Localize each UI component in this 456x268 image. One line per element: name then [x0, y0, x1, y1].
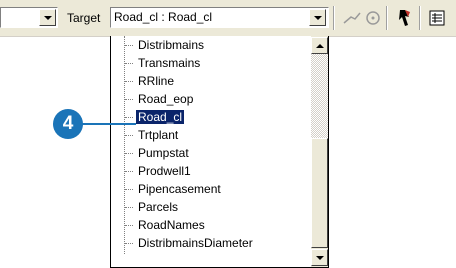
list-item-label: Pipencasement	[138, 182, 221, 196]
list-item-label: Distribmains	[138, 38, 205, 52]
list-item-pipencasement[interactable]: Pipencasement	[111, 180, 311, 198]
sketch-tool-button[interactable]	[342, 8, 362, 28]
attributes-icon	[429, 10, 445, 26]
list-scrollbar[interactable]	[311, 36, 328, 267]
list-item-road-eop[interactable]: Road_eop	[111, 90, 311, 108]
task-combo-dropdown-button[interactable]	[39, 9, 56, 26]
list-item-transmains[interactable]: Transmains	[111, 54, 311, 72]
target-label: Target	[67, 11, 101, 25]
chevron-down-icon	[315, 255, 324, 260]
list-item-distribmainsdiameter[interactable]: DistribmainsDiameter	[111, 234, 311, 252]
target-layer-dropdown-list[interactable]: Distribmains Transmains RRline Road_eop …	[110, 36, 329, 268]
toolbar-separator	[419, 6, 421, 30]
list-item-label: RRline	[138, 74, 175, 88]
target-combo-dropdown-button[interactable]	[309, 9, 326, 26]
attributes-button[interactable]	[427, 8, 447, 28]
scroll-down-button[interactable]	[311, 249, 328, 266]
task-combo[interactable]	[0, 7, 58, 28]
list-item-label: Prodwell1	[138, 164, 191, 178]
list-item-label: Pumpstat	[138, 146, 189, 160]
list-item-prodwell1[interactable]: Prodwell1	[111, 162, 311, 180]
list-item-pumpstat[interactable]: Pumpstat	[111, 144, 311, 162]
layer-list: Distribmains Transmains RRline Road_eop …	[111, 36, 311, 268]
list-item-label: Road_eop	[138, 92, 194, 106]
list-item-roadnames[interactable]: RoadNames	[111, 216, 311, 234]
list-item-label: Trtplant	[138, 128, 179, 142]
trace-tool-button[interactable]	[363, 8, 383, 28]
trace-tool-icon	[366, 11, 380, 25]
toolbar-separator	[333, 6, 335, 30]
scrollbar-track[interactable]	[311, 54, 328, 138]
scrollbar-thumb[interactable]	[311, 138, 328, 248]
list-item-parcels[interactable]: Parcels	[111, 198, 311, 216]
sketch-tool-icon	[343, 12, 361, 24]
list-item-label: DistribmainsDiameter	[138, 236, 253, 250]
list-item-label-selected: Road_cl	[136, 110, 185, 124]
toolbar-separator	[386, 6, 388, 30]
edit-tool-button[interactable]	[395, 8, 415, 28]
target-layer-value: Road_cl : Road_cl	[114, 10, 213, 24]
list-item-rrline[interactable]: RRline	[111, 72, 311, 90]
target-layer-combo[interactable]: Road_cl : Road_cl	[110, 7, 329, 28]
step-number-badge: 4	[53, 109, 83, 139]
chevron-down-icon	[313, 15, 322, 20]
list-item-label: RoadNames	[138, 218, 205, 232]
chevron-up-icon	[315, 43, 324, 48]
callout-leader-line	[82, 123, 136, 125]
list-item-distribmains[interactable]: Distribmains	[111, 36, 311, 54]
list-item-road-cl[interactable]: Road_cl	[111, 108, 311, 126]
list-item-label: Transmains	[138, 56, 201, 70]
chevron-down-icon	[43, 15, 52, 20]
editor-toolbar: Target Road_cl : Road_cl	[0, 0, 456, 37]
scroll-up-button[interactable]	[311, 37, 328, 54]
edit-tool-icon	[399, 10, 410, 26]
list-item-label: Parcels	[138, 200, 179, 214]
list-item-trtplant[interactable]: Trtplant	[111, 126, 311, 144]
